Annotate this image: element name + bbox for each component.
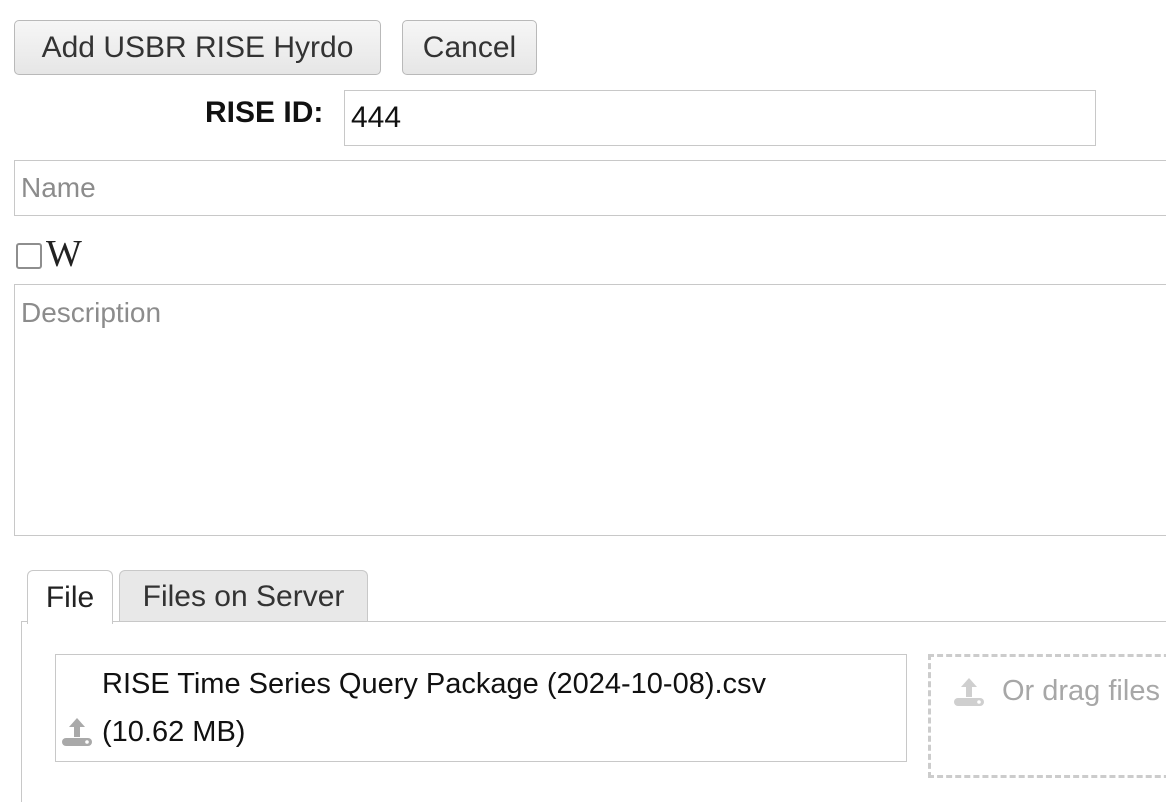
description-textarea[interactable] (14, 284, 1166, 536)
rise-id-label: RISE ID: (205, 96, 324, 129)
tab-files-on-server[interactable]: Files on Server (119, 570, 368, 623)
wiki-checkbox[interactable] (16, 243, 42, 269)
tab-file-label: File (45, 580, 95, 614)
upload-icon (954, 678, 984, 706)
rise-id-input[interactable] (344, 90, 1096, 146)
name-input[interactable] (14, 160, 1166, 216)
upload-icon (62, 718, 92, 746)
tab-files-on-server-label: Files on Server (142, 580, 345, 613)
cancel-button[interactable]: Cancel (402, 20, 537, 75)
tab-file[interactable]: File (27, 570, 113, 624)
wikipedia-icon: W (46, 233, 82, 275)
selected-file-name: RISE Time Series Query Package (2024-10-… (102, 668, 767, 700)
add-rise-hydro-form: Add USBR RISE Hyrdo Cancel RISE ID: W Fi… (0, 0, 1166, 802)
drop-zone-text: Or drag files (1002, 675, 1160, 707)
selected-file-size: (10.62 MB) (102, 716, 246, 748)
file-drop-zone[interactable] (928, 654, 1166, 778)
add-usbr-rise-hydro-button[interactable]: Add USBR RISE Hyrdo (14, 20, 381, 75)
